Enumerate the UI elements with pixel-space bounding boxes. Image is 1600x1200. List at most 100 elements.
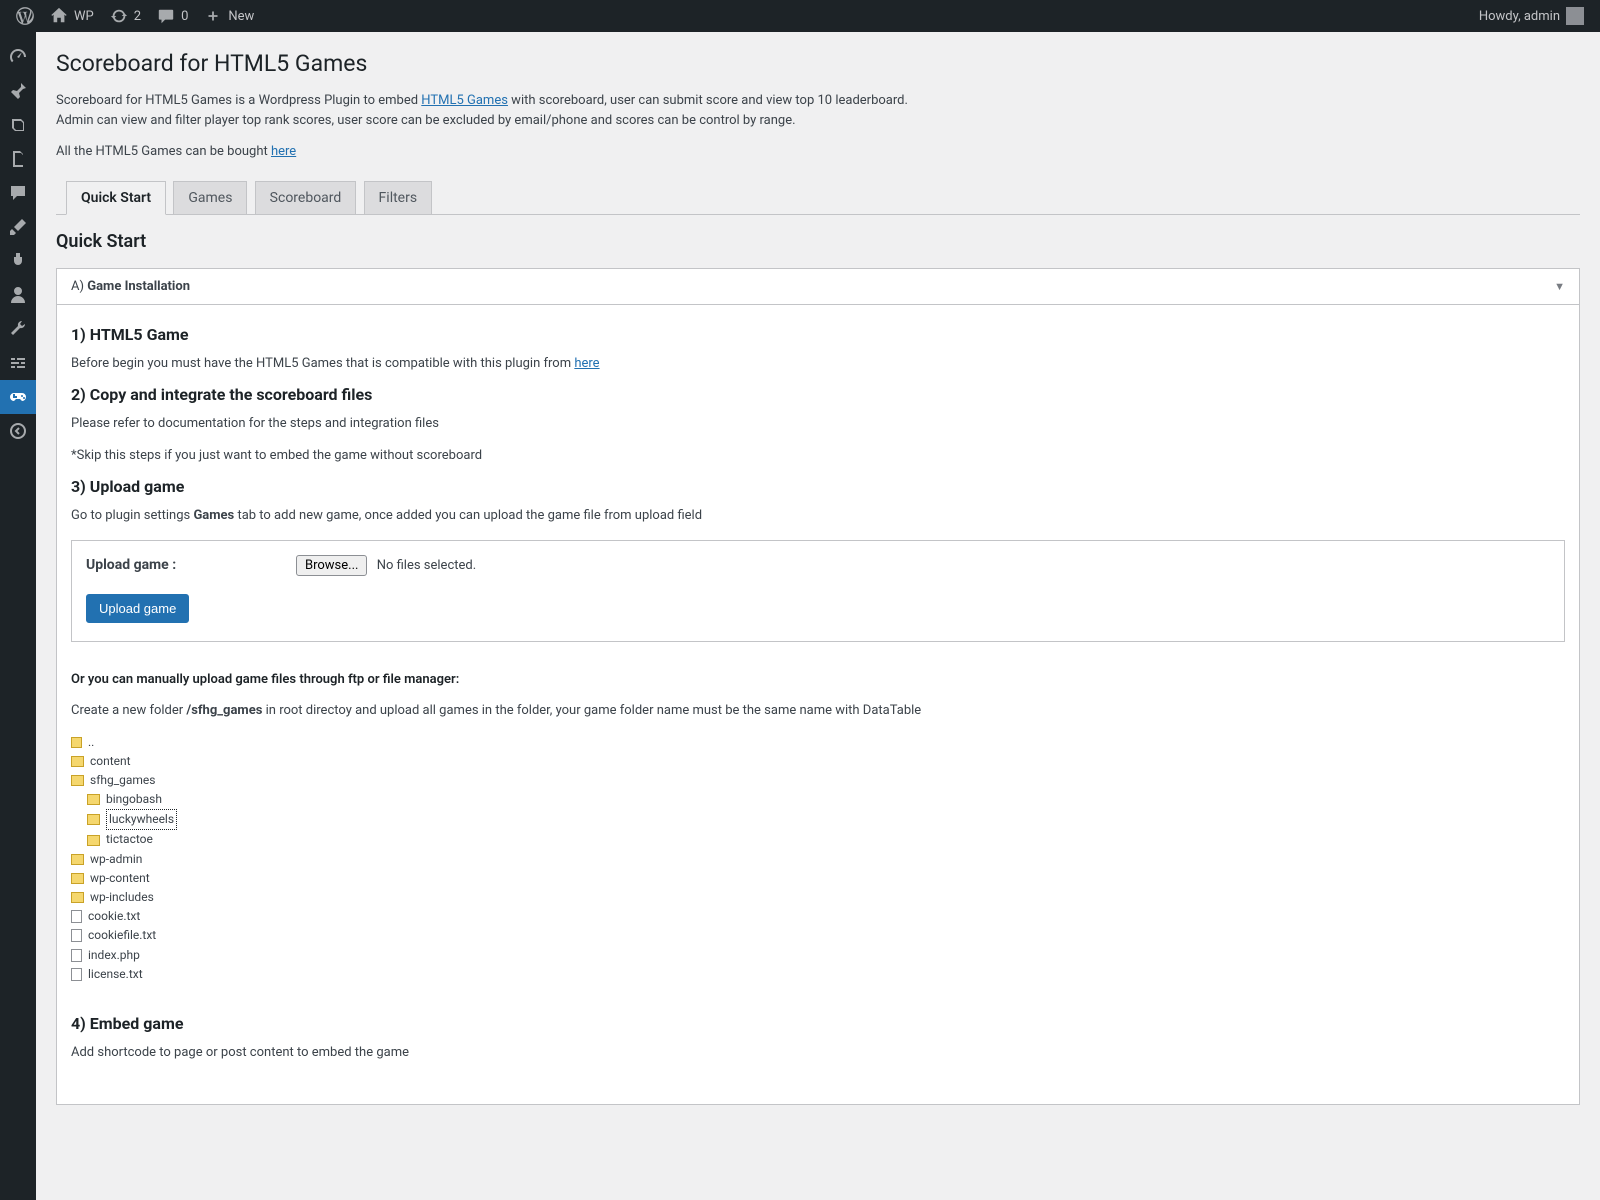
buy-link[interactable]: here — [271, 144, 296, 159]
sidebar-item-settings[interactable] — [0, 346, 36, 380]
step3-text: Go to plugin settings Games tab to add n… — [71, 506, 1565, 526]
folder-icon — [87, 835, 100, 846]
step1-title: 1) HTML5 Game — [71, 325, 1565, 344]
account-link[interactable]: Howdy, admin — [1471, 0, 1592, 32]
page-desc-2: All the HTML5 Games can be bought here — [56, 142, 1580, 162]
home-icon — [50, 7, 68, 25]
create-folder-text: Create a new folder /sfhg_games in root … — [71, 701, 1565, 721]
comments-count: 0 — [181, 9, 188, 24]
tab-quickstart[interactable]: Quick Start — [66, 181, 166, 215]
greeting: Howdy, admin — [1479, 9, 1560, 24]
comments-link[interactable]: 0 — [149, 0, 196, 32]
file-tree: .. content sfhg_games bingobash luckywhe… — [71, 733, 1565, 984]
sliders-icon — [8, 353, 28, 373]
new-label: New — [228, 9, 254, 24]
wordpress-icon — [16, 7, 34, 25]
wp-logo[interactable] — [8, 0, 42, 32]
section-title: Quick Start — [56, 231, 1580, 252]
sidebar-item-media[interactable] — [0, 108, 36, 142]
tree-file-cookie[interactable]: cookie.txt — [71, 907, 1565, 926]
upload-box: Upload game : Browse... No files selecte… — [71, 540, 1565, 642]
step1-text: Before begin you must have the HTML5 Gam… — [71, 354, 1565, 374]
html5-games-link[interactable]: HTML5 Games — [421, 93, 508, 108]
site-name-link[interactable]: WP — [42, 0, 102, 32]
step4-text: Add shortcode to page or post content to… — [71, 1043, 1565, 1063]
page-title: Scoreboard for HTML5 Games — [56, 50, 1580, 77]
file-icon — [71, 929, 82, 942]
browse-button[interactable]: Browse... — [296, 555, 367, 576]
admin-bar: WP 2 0 New Howdy, admin — [0, 0, 1600, 32]
sidebar-item-users[interactable] — [0, 278, 36, 312]
folder-icon — [71, 873, 84, 884]
file-status: No files selected. — [377, 558, 476, 573]
sidebar-item-posts[interactable] — [0, 74, 36, 108]
file-icon — [71, 949, 82, 962]
tree-folder-content[interactable]: content — [71, 752, 1565, 771]
tree-folder-lucky[interactable]: luckywheels — [71, 809, 1565, 830]
sidebar-item-comments[interactable] — [0, 176, 36, 210]
accordion-header[interactable]: A) Game Installation ▼ — [57, 269, 1579, 305]
tree-up[interactable]: .. — [71, 733, 1565, 752]
accordion-body: 1) HTML5 Game Before begin you must have… — [57, 305, 1579, 1105]
folder-up-icon — [71, 737, 82, 748]
chevron-down-icon: ▼ — [1554, 280, 1565, 293]
file-icon — [71, 968, 82, 981]
tree-file-license[interactable]: license.txt — [71, 965, 1565, 984]
tree-folder-wpcontent[interactable]: wp-content — [71, 869, 1565, 888]
sidebar-item-pages[interactable] — [0, 142, 36, 176]
step1-here-link[interactable]: here — [574, 356, 599, 371]
sidebar-item-tools[interactable] — [0, 312, 36, 346]
plugin-icon — [8, 251, 28, 271]
upload-label: Upload game : — [86, 557, 236, 573]
sidebar-item-scoreboard[interactable] — [0, 380, 36, 414]
folder-icon — [87, 814, 100, 825]
tree-file-index[interactable]: index.php — [71, 946, 1565, 965]
sidebar-item-appearance[interactable] — [0, 210, 36, 244]
sidebar-item-dashboard[interactable] — [0, 40, 36, 74]
tree-file-cookiefile[interactable]: cookiefile.txt — [71, 926, 1565, 945]
nav-tabs: Quick Start Games Scoreboard Filters — [56, 180, 1580, 215]
collapse-icon — [8, 421, 28, 441]
tab-games[interactable]: Games — [173, 181, 247, 214]
step2-title: 2) Copy and integrate the scoreboard fil… — [71, 385, 1565, 404]
comments-icon — [8, 183, 28, 203]
tree-folder-sfhg[interactable]: sfhg_games — [71, 771, 1565, 790]
folder-icon — [71, 892, 84, 903]
folder-icon — [71, 756, 84, 767]
tree-folder-bingo[interactable]: bingobash — [71, 790, 1565, 809]
updates-link[interactable]: 2 — [102, 0, 149, 32]
tree-folder-tictactoe[interactable]: tictactoe — [71, 830, 1565, 849]
folder-icon — [87, 794, 100, 805]
manual-upload-note: Or you can manually upload game files th… — [71, 670, 1565, 690]
upload-game-button[interactable]: Upload game — [86, 594, 189, 623]
media-icon — [8, 115, 28, 135]
step2-text1: Please refer to documentation for the st… — [71, 414, 1565, 434]
tab-scoreboard[interactable]: Scoreboard — [255, 181, 357, 214]
plus-icon — [204, 7, 222, 25]
sidebar-item-plugins[interactable] — [0, 244, 36, 278]
tree-folder-wpadmin[interactable]: wp-admin — [71, 850, 1565, 869]
accordion-game-installation: A) Game Installation ▼ 1) HTML5 Game Bef… — [56, 268, 1580, 1106]
folder-icon — [71, 854, 84, 865]
main-content: Scoreboard for HTML5 Games Scoreboard fo… — [36, 32, 1600, 1200]
file-icon — [71, 910, 82, 923]
update-icon — [110, 7, 128, 25]
admin-sidebar — [0, 32, 36, 1200]
page-desc-1: Scoreboard for HTML5 Games is a Wordpres… — [56, 91, 1580, 130]
avatar — [1566, 7, 1584, 25]
updates-count: 2 — [134, 9, 141, 24]
comment-icon — [157, 7, 175, 25]
dashboard-icon — [8, 47, 28, 67]
gamepad-icon — [8, 387, 28, 407]
folder-open-icon — [71, 775, 84, 786]
sidebar-item-collapse[interactable] — [0, 414, 36, 448]
wrench-icon — [8, 319, 28, 339]
tab-filters[interactable]: Filters — [364, 181, 433, 214]
pages-icon — [8, 149, 28, 169]
site-name: WP — [74, 9, 94, 24]
step2-text2: *Skip this steps if you just want to emb… — [71, 446, 1565, 466]
pin-icon — [8, 81, 28, 101]
tree-folder-wpincludes[interactable]: wp-includes — [71, 888, 1565, 907]
user-icon — [8, 285, 28, 305]
new-content-link[interactable]: New — [196, 0, 262, 32]
